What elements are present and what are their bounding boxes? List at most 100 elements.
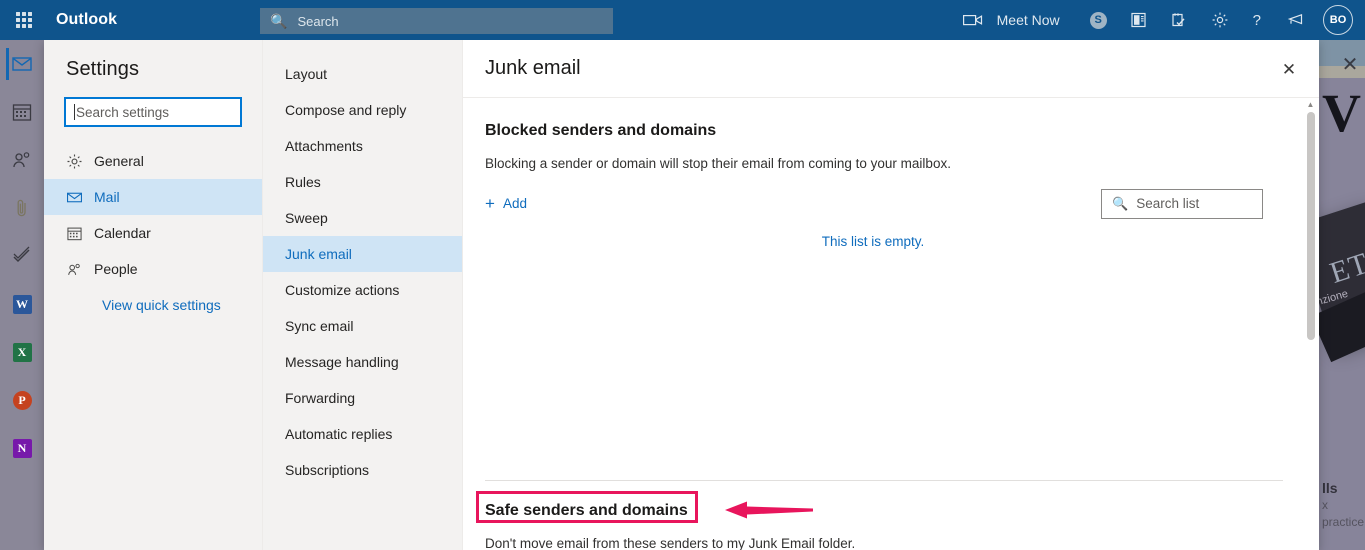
gear-icon <box>66 153 94 170</box>
excel-icon: X <box>12 342 32 362</box>
background-close-icon[interactable]: ✕ <box>1338 53 1362 77</box>
mail-envelope-icon <box>12 57 32 71</box>
search-icon: 🔍 <box>270 12 288 29</box>
blocked-senders-heading: Blocked senders and domains <box>485 122 717 139</box>
people-icon <box>66 261 94 278</box>
page-title: Junk email <box>485 57 581 79</box>
blocked-senders-section: Blocked senders and domains Blocking a s… <box>485 122 1297 249</box>
subnav-item-message-handling[interactable]: Message handling <box>263 344 462 380</box>
onenote-icon: N <box>12 438 32 458</box>
junk-email-settings-pane: Junk email ✕ Blocked senders and domains… <box>463 40 1319 550</box>
pane-header: Junk email ✕ <box>463 40 1319 98</box>
rail-item-people[interactable] <box>0 136 44 184</box>
meet-now-button[interactable]: Meet Now <box>995 0 1078 40</box>
blocked-senders-description: Blocking a sender or domain will stop th… <box>485 156 951 171</box>
paperclip-icon <box>17 199 26 217</box>
rail-item-word[interactable]: W <box>0 280 44 328</box>
annotation-pointer-arrow <box>725 501 813 519</box>
brand-title[interactable]: Outlook <box>56 11 117 29</box>
safe-senders-heading: Safe senders and domains <box>485 502 688 519</box>
rail-item-mail[interactable] <box>0 40 44 88</box>
search-icon: 🔍 <box>1112 195 1129 211</box>
global-search-input[interactable]: 🔍 Search <box>260 8 613 34</box>
rail-item-powerpoint[interactable]: P <box>0 376 44 424</box>
view-quick-settings-link[interactable]: View quick settings <box>44 297 262 313</box>
scroll-up-arrow-icon[interactable]: ▲ <box>1306 100 1315 110</box>
subnav-item-forwarding[interactable]: Forwarding <box>263 380 462 416</box>
office-app-icon[interactable] <box>1119 0 1159 40</box>
mail-settings-subnav: Layout Compose and reply Attachments Rul… <box>263 40 463 550</box>
sidebar-item-people[interactable]: People <box>44 251 262 287</box>
text-cursor <box>74 104 75 120</box>
sidebar-item-general[interactable]: General <box>44 143 262 179</box>
settings-sidebar: Settings Search settings General Mail Ca… <box>44 40 263 550</box>
safe-senders-heading-wrap: Safe senders and domains <box>476 491 813 523</box>
gear-icon[interactable] <box>1199 0 1241 40</box>
section-divider <box>485 480 1283 481</box>
sidebar-item-label: General <box>94 153 144 169</box>
background-text-line2: x <box>1322 498 1328 512</box>
sidebar-item-label: Calendar <box>94 225 151 241</box>
powerpoint-icon: P <box>12 390 32 410</box>
close-icon[interactable]: ✕ <box>1277 58 1301 82</box>
safe-senders-description: Don't move email from these senders to m… <box>485 536 856 550</box>
settings-search-input[interactable]: Search settings <box>64 97 242 127</box>
blocked-add-button[interactable]: + Add <box>485 195 527 212</box>
sidebar-item-label: People <box>94 261 138 277</box>
safe-senders-section: Safe senders and domains Don't move emai… <box>476 491 1319 550</box>
rail-item-files[interactable] <box>0 184 44 232</box>
pane-scrollbar-thumb[interactable] <box>1307 112 1315 340</box>
waffle-icon <box>16 12 32 28</box>
calendar-icon <box>12 104 32 121</box>
subnav-item-junk-email[interactable]: Junk email <box>263 236 462 272</box>
settings-title: Settings <box>66 58 140 80</box>
blocked-add-label: Add <box>502 196 527 211</box>
settings-search-placeholder: Search settings <box>76 104 170 120</box>
subnav-item-layout[interactable]: Layout <box>263 56 462 92</box>
subnav-item-sweep[interactable]: Sweep <box>263 200 462 236</box>
sidebar-item-mail[interactable]: Mail <box>44 179 262 215</box>
sidebar-item-label: Mail <box>94 189 120 205</box>
subnav-item-subscriptions[interactable]: Subscriptions <box>263 452 462 488</box>
blocked-search-placeholder: Search list <box>1136 196 1200 211</box>
blocked-empty-message: This list is empty. <box>821 234 925 249</box>
checkmark-icon <box>13 246 30 263</box>
skype-icon[interactable]: S <box>1078 0 1119 40</box>
blocked-senders-controls: + Add 🔍 Search list <box>485 188 1297 219</box>
top-navigation-bar: Outlook 🔍 Search Meet Now S ? BO <box>0 0 1365 40</box>
blocked-search-list-input[interactable]: 🔍 Search list <box>1101 188 1263 219</box>
app-rail: W X P N <box>0 40 44 550</box>
settings-nav-list: General Mail Calendar People View quick … <box>44 143 262 313</box>
mail-envelope-icon <box>66 189 94 206</box>
notes-tasks-icon[interactable] <box>1159 0 1199 40</box>
sidebar-item-calendar[interactable]: Calendar <box>44 215 262 251</box>
subnav-item-automatic-replies[interactable]: Automatic replies <box>263 416 462 452</box>
rail-item-onenote[interactable]: N <box>0 424 44 472</box>
subnav-item-customize-actions[interactable]: Customize actions <box>263 272 462 308</box>
app-launcher-button[interactable] <box>0 0 48 40</box>
word-icon: W <box>12 294 32 314</box>
avatar[interactable]: BO <box>1323 5 1353 35</box>
rail-item-calendar[interactable] <box>0 88 44 136</box>
plus-icon: + <box>485 194 495 213</box>
background-text-line1: lls <box>1322 480 1338 496</box>
skype-badge: S <box>1089 11 1107 29</box>
subnav-item-sync-email[interactable]: Sync email <box>263 308 462 344</box>
people-icon <box>13 152 30 168</box>
subnav-item-compose-and-reply[interactable]: Compose and reply <box>263 92 462 128</box>
video-camera-icon[interactable] <box>951 0 995 40</box>
rail-item-excel[interactable]: X <box>0 328 44 376</box>
subnav-item-rules[interactable]: Rules <box>263 164 462 200</box>
megaphone-feedback-icon[interactable] <box>1273 0 1317 40</box>
rail-item-todo[interactable] <box>0 232 44 280</box>
pane-body: Blocked senders and domains Blocking a s… <box>463 98 1319 550</box>
outlook-settings-screen: ✕ V ETI nzione lls x practice Outlook 🔍 … <box>0 0 1365 550</box>
background-heading-letter: V <box>1322 83 1361 143</box>
subnav-item-attachments[interactable]: Attachments <box>263 128 462 164</box>
search-placeholder: Search <box>297 13 339 29</box>
background-text-line3: practice <box>1322 515 1365 529</box>
calendar-icon <box>66 225 94 242</box>
help-question-icon[interactable]: ? <box>1241 0 1273 40</box>
background-text-block: lls x practice <box>1322 480 1365 531</box>
settings-dialog: Settings Search settings General Mail Ca… <box>44 40 1319 550</box>
